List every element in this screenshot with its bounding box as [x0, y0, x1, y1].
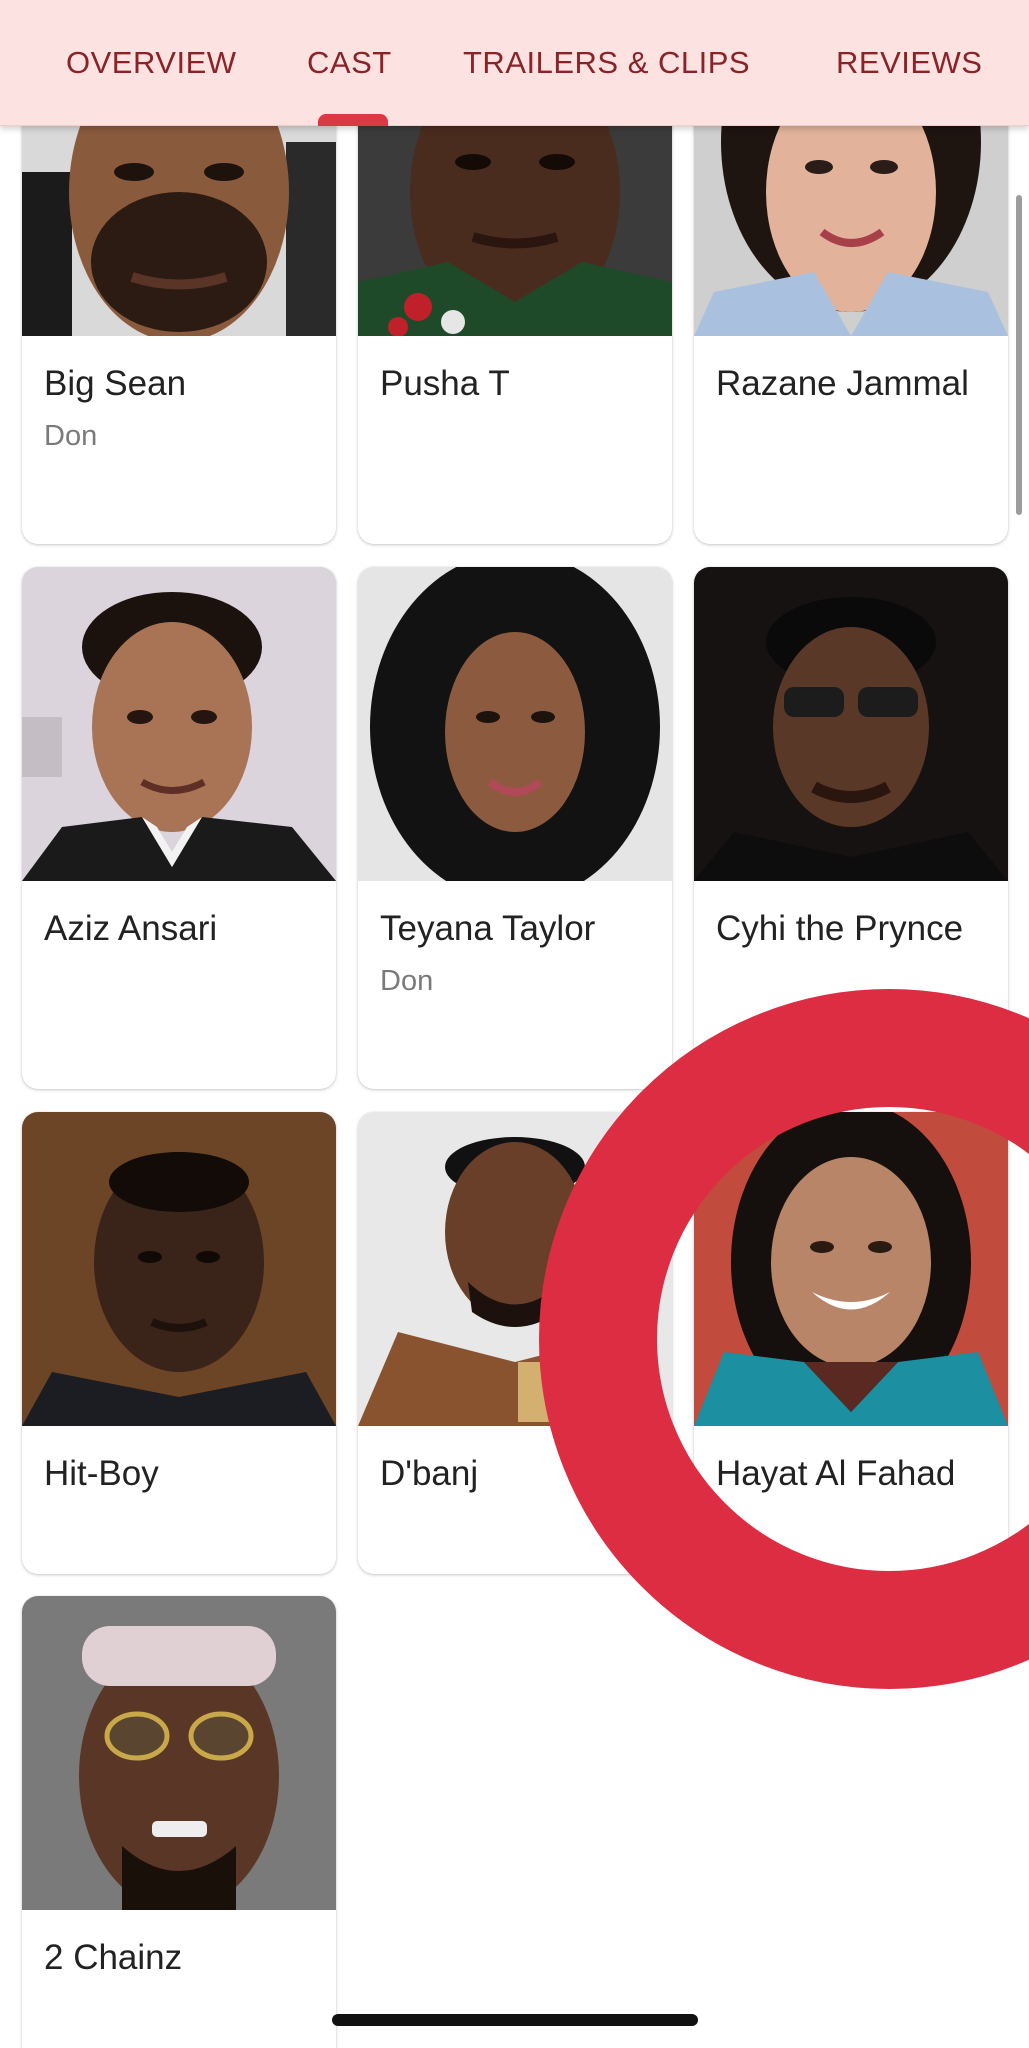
cast-card-dbanj[interactable]: D'banj — [358, 1112, 672, 1574]
cast-card-cyhi-the-prynce[interactable]: Cyhi the Prynce — [694, 567, 1008, 1089]
cast-card-aziz-ansari[interactable]: Aziz Ansari — [22, 567, 336, 1089]
cast-card-2-chainz[interactable]: 2 Chainz — [22, 1596, 336, 2048]
cast-name: D'banj — [380, 1454, 479, 1493]
cast-card-hayat-al-fahad[interactable]: Hayat Al Fahad — [694, 1112, 1008, 1574]
tab-selected-indicator — [318, 114, 388, 126]
cast-role: Don — [44, 420, 98, 452]
scrollbar[interactable] — [1016, 195, 1022, 515]
cast-card-teyana-taylor[interactable]: Teyana Taylor Don — [358, 567, 672, 1089]
cast-screen: Big Sean Don Pusha T Razane Jammal Aziz … — [0, 0, 1029, 2048]
tab-trailers-clips[interactable]: TRAILERS & CLIPS — [463, 43, 750, 83]
cast-card-hit-boy[interactable]: Hit-Boy — [22, 1112, 336, 1574]
tab-bar: OVERVIEW CAST TRAILERS & CLIPS REVIEWS — [0, 0, 1029, 126]
tab-cast[interactable]: CAST — [307, 43, 392, 83]
cast-photo — [22, 1596, 336, 1910]
cast-photo — [694, 1112, 1008, 1426]
home-indicator[interactable] — [332, 2014, 698, 2026]
cast-name: Big Sean — [44, 364, 187, 403]
tab-overview[interactable]: OVERVIEW — [66, 43, 237, 83]
cast-name: Razane Jammal — [716, 364, 969, 403]
cast-name: Cyhi the Prynce — [716, 909, 964, 948]
cast-role: Don — [380, 965, 434, 997]
cast-photo — [22, 1112, 336, 1426]
cast-photo — [358, 567, 672, 881]
cast-name: Pusha T — [380, 364, 510, 403]
cast-photo — [22, 567, 336, 881]
cast-photo — [358, 1112, 672, 1426]
tab-reviews[interactable]: REVIEWS — [836, 43, 982, 83]
cast-name: Hayat Al Fahad — [716, 1454, 956, 1493]
cast-name: Aziz Ansari — [44, 909, 218, 948]
cast-photo — [694, 567, 1008, 881]
cast-name: Teyana Taylor — [380, 909, 596, 948]
cast-name: 2 Chainz — [44, 1938, 183, 1977]
cast-grid: Big Sean Don Pusha T Razane Jammal Aziz … — [0, 0, 1029, 2048]
cast-name: Hit-Boy — [44, 1454, 159, 1493]
